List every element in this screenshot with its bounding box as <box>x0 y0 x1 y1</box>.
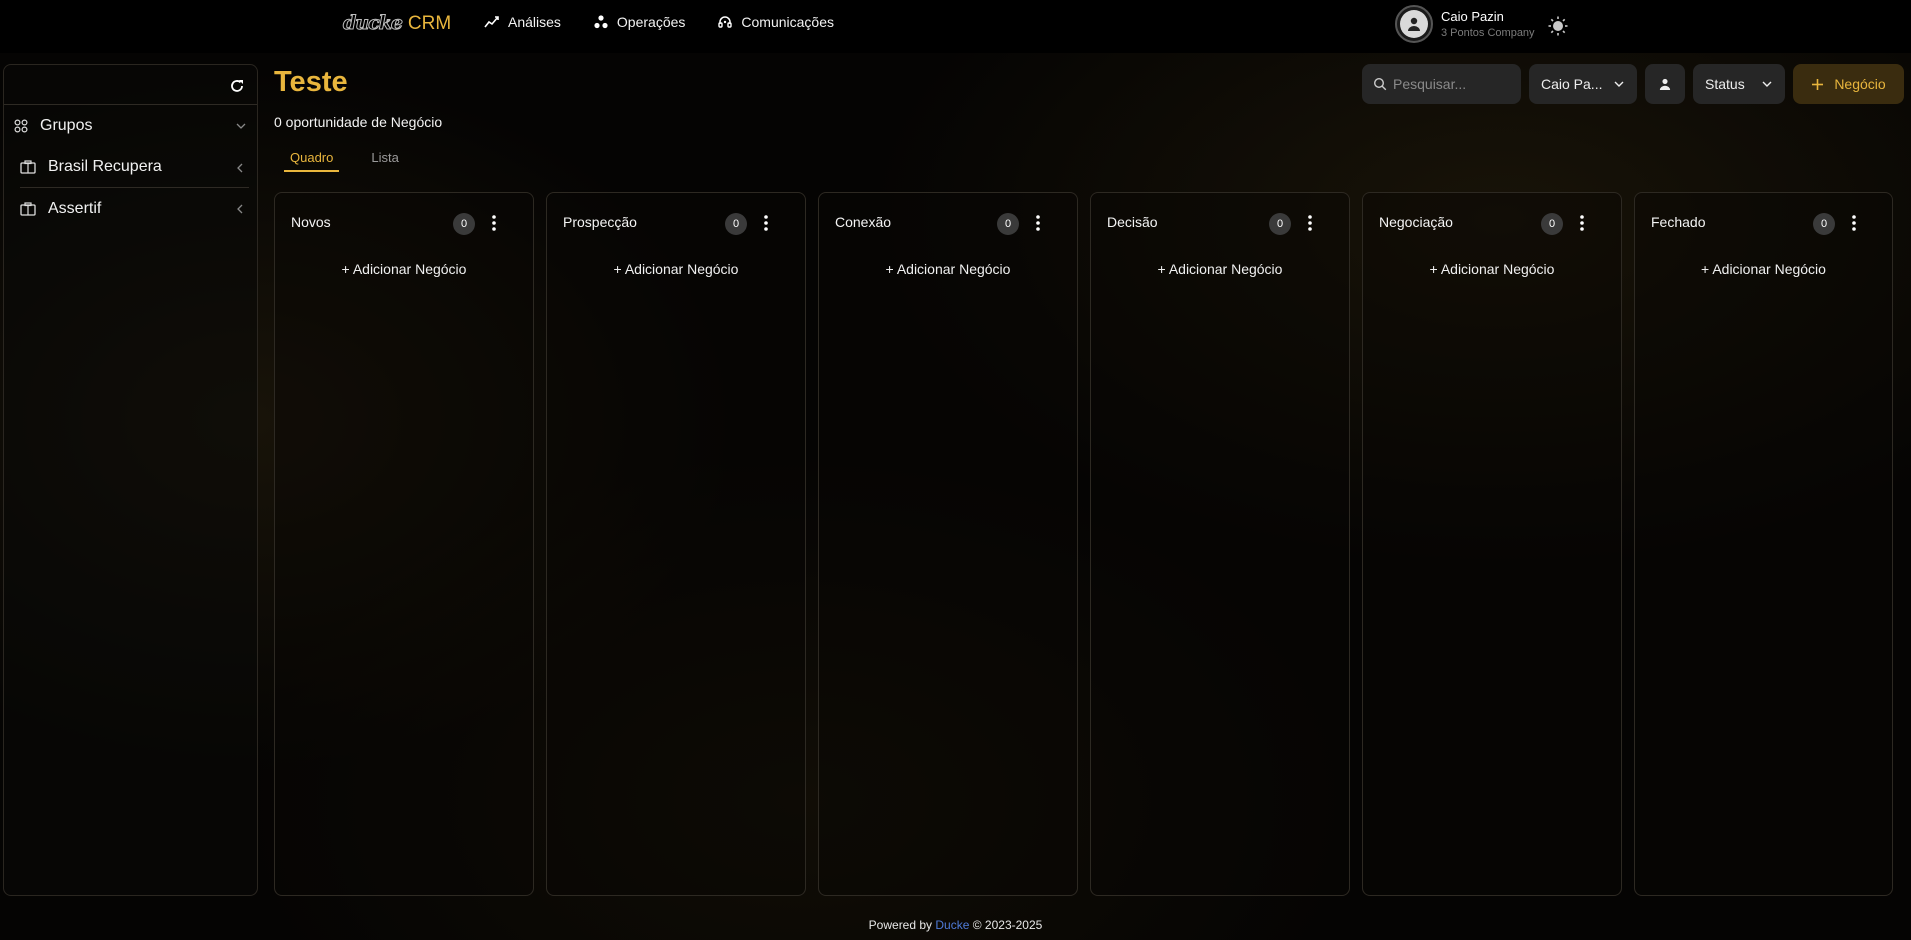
board-toolbar: Caio Pa... Status Negócio <box>1362 64 1904 104</box>
sidebar-item-assertif[interactable]: Assertif <box>20 188 249 229</box>
more-vertical-icon[interactable] <box>1029 213 1047 233</box>
board-column-prospeccao: Prospecção 0 + Adicionar Negócio <box>546 192 806 896</box>
opportunity-count: 0 oportunidade de Negócio <box>274 114 443 130</box>
nav-analises-label: Análises <box>508 14 561 30</box>
user-menu[interactable]: Caio Pazin 3 Pontos Company <box>1395 5 1535 43</box>
app-logo[interactable]: ducke CRM <box>343 12 452 35</box>
nav-comunicacoes[interactable]: Comunicações <box>717 14 834 30</box>
status-filter-label: Status <box>1705 76 1745 92</box>
top-navigation-bar: ducke CRM Análises Operações Comunicaçõe… <box>0 0 1911 53</box>
add-deal-button[interactable]: + Adicionar Negócio <box>1363 261 1621 277</box>
add-deal-button[interactable]: + Adicionar Negócio <box>275 261 533 277</box>
add-deal-button[interactable]: + Adicionar Negócio <box>819 261 1077 277</box>
add-negocio-label: Negócio <box>1834 76 1886 92</box>
footer-copyright: © 2023-2025 <box>972 918 1043 932</box>
column-count-badge: 0 <box>453 213 475 235</box>
column-count-badge: 0 <box>997 213 1019 235</box>
column-title: Fechado <box>1651 214 1706 230</box>
nav-comunicacoes-label: Comunicações <box>741 14 835 30</box>
column-title: Decisão <box>1107 214 1158 230</box>
nav-operacoes[interactable]: Operações <box>593 14 685 30</box>
board-column-conexao: Conexão 0 + Adicionar Negócio <box>818 192 1078 896</box>
sidebar-item-brasil-recupera[interactable]: Brasil Recupera <box>20 147 249 188</box>
sidebar-header <box>4 65 257 105</box>
chevron-down-icon <box>1762 81 1772 87</box>
owner-filter-value: Caio Pa... <box>1541 76 1603 92</box>
board-column-novos: Novos 0 + Adicionar Negócio <box>274 192 534 896</box>
building-icon <box>20 160 36 174</box>
logo-wordmark: ducke <box>343 12 404 35</box>
search-icon <box>1373 77 1387 91</box>
owner-filter-dropdown[interactable]: Caio Pa... <box>1529 64 1637 104</box>
add-deal-button[interactable]: + Adicionar Negócio <box>547 261 805 277</box>
add-deal-button[interactable]: + Adicionar Negócio <box>1091 261 1349 277</box>
page-title: Teste <box>274 66 348 98</box>
view-tabs: Quadro Lista <box>284 150 405 172</box>
user-filter-button[interactable] <box>1645 64 1685 104</box>
more-vertical-icon[interactable] <box>485 213 503 233</box>
user-icon <box>1659 78 1671 90</box>
chevron-left-icon <box>237 204 243 214</box>
column-title: Conexão <box>835 214 892 230</box>
sidebar-groups-label: Grupos <box>40 117 93 134</box>
more-vertical-icon[interactable] <box>1301 213 1319 233</box>
user-icon <box>1400 10 1428 38</box>
nodes-icon <box>594 15 608 29</box>
refresh-icon[interactable] <box>229 78 245 94</box>
more-vertical-icon[interactable] <box>1845 213 1863 233</box>
user-info: Caio Pazin 3 Pontos Company <box>1441 9 1535 39</box>
app-name: CRM <box>407 13 452 34</box>
column-count-badge: 0 <box>1541 213 1563 235</box>
sidebar-item-label: Assertif <box>48 199 102 217</box>
footer-brand-link[interactable]: Ducke <box>935 918 969 932</box>
add-deal-button[interactable]: + Adicionar Negócio <box>1635 261 1892 277</box>
board-column-negociacao: Negociação 0 + Adicionar Negócio <box>1362 192 1622 896</box>
groups-sidebar: Grupos Brasil Recupera Assertif <box>3 64 258 896</box>
column-title: Prospecção <box>563 214 637 230</box>
chevron-down-icon <box>1614 81 1624 87</box>
tab-lista[interactable]: Lista <box>365 150 404 172</box>
footer: Powered by Ducke © 2023-2025 <box>0 918 1911 932</box>
add-negocio-button[interactable]: Negócio <box>1793 64 1904 104</box>
nav-analises[interactable]: Análises <box>484 14 561 30</box>
more-vertical-icon[interactable] <box>757 213 775 233</box>
user-name: Caio Pazin <box>1441 9 1504 24</box>
headset-icon <box>718 16 733 28</box>
board-column-fechado: Fechado 0 + Adicionar Negócio <box>1634 192 1893 896</box>
chart-line-icon <box>484 16 499 28</box>
theme-toggle-icon[interactable] <box>1547 15 1569 37</box>
column-count-badge: 0 <box>1269 213 1291 235</box>
main-nav: Análises Operações Comunicações <box>484 14 834 30</box>
sidebar-group-list: Brasil Recupera Assertif <box>4 147 257 229</box>
sidebar-groups-toggle[interactable]: Grupos <box>4 105 257 147</box>
status-filter-dropdown[interactable]: Status <box>1693 64 1785 104</box>
grid-icon <box>14 119 28 133</box>
column-count-badge: 0 <box>1813 213 1835 235</box>
search-input[interactable] <box>1393 76 1513 92</box>
column-title: Negociação <box>1379 214 1453 230</box>
column-count-badge: 0 <box>725 213 747 235</box>
column-title: Novos <box>291 214 331 230</box>
chevron-left-icon <box>237 163 243 173</box>
chevron-down-icon <box>236 123 246 129</box>
avatar[interactable] <box>1395 5 1433 43</box>
footer-prefix: Powered by <box>868 918 933 932</box>
nav-operacoes-label: Operações <box>616 14 686 30</box>
tab-quadro[interactable]: Quadro <box>284 150 340 172</box>
building-icon <box>20 201 36 216</box>
sidebar-item-label: Brasil Recupera <box>48 158 162 175</box>
plus-icon <box>1812 78 1824 90</box>
board-column-decisao: Decisão 0 + Adicionar Negócio <box>1090 192 1350 896</box>
more-vertical-icon[interactable] <box>1573 213 1591 233</box>
search-box[interactable] <box>1362 64 1521 104</box>
user-company: 3 Pontos Company <box>1441 27 1535 39</box>
